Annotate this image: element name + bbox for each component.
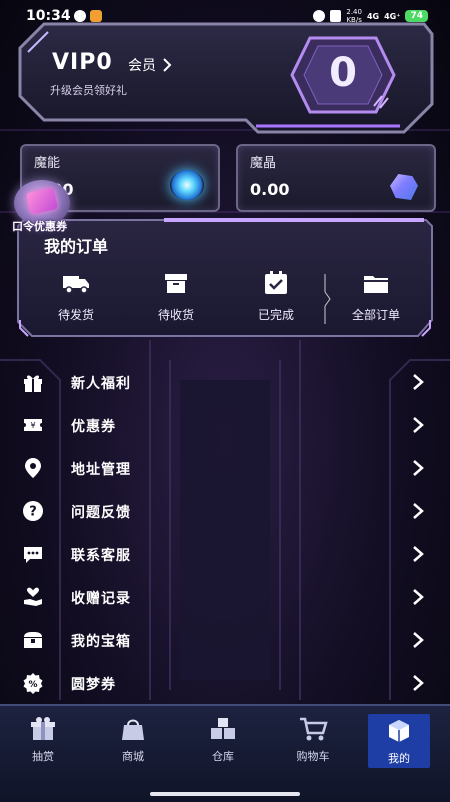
gift-icon bbox=[24, 375, 42, 392]
vip-member-label: 会员 bbox=[128, 58, 156, 74]
order-to-receive[interactable]: 待收货 bbox=[136, 268, 216, 323]
nav-warehouse[interactable]: 仓库 bbox=[188, 716, 258, 764]
mo-neng-label: 魔能 bbox=[34, 156, 61, 171]
menu-item-coupons[interactable]: ¥ 优惠券 bbox=[0, 405, 450, 445]
cart-icon bbox=[300, 717, 328, 741]
chevron-right-icon bbox=[413, 374, 424, 390]
menu-label: 新人福利 bbox=[71, 376, 131, 392]
menu-label: 收赠记录 bbox=[71, 591, 131, 607]
home-indicator[interactable] bbox=[150, 792, 300, 796]
menu-item-treasure-chest[interactable]: 我的宝箱 bbox=[0, 620, 450, 660]
nav-draw-label: 抽赏 bbox=[32, 750, 54, 763]
nav-warehouse-label: 仓库 bbox=[212, 750, 234, 763]
chat-icon bbox=[24, 547, 42, 563]
nav-mall[interactable]: 商城 bbox=[98, 716, 168, 764]
menu-label: 联系客服 bbox=[71, 548, 131, 564]
coupon-code-badge[interactable]: 口令优惠券 bbox=[6, 180, 82, 236]
menu-item-gift-records[interactable]: 收赠记录 bbox=[0, 577, 450, 617]
heart-hand-icon bbox=[24, 587, 42, 606]
chevron-right-icon bbox=[413, 546, 424, 562]
vip-title: VIP0 bbox=[52, 50, 113, 75]
profile-cube-icon bbox=[389, 720, 409, 742]
svg-text:?: ? bbox=[29, 505, 37, 520]
coupon-icon: ¥ bbox=[24, 419, 42, 431]
chevron-right-icon bbox=[413, 460, 424, 476]
mo-jing-value: 0.00 bbox=[250, 180, 290, 199]
order-all-label: 全部订单 bbox=[351, 308, 400, 322]
treasure-chest-icon bbox=[24, 632, 42, 648]
nav-draw[interactable]: 抽赏 bbox=[8, 716, 78, 764]
order-completed[interactable]: 已完成 bbox=[236, 268, 316, 323]
nav-profile-label: 我的 bbox=[388, 752, 410, 765]
vip-subtitle: 升级会员领好礼 bbox=[50, 84, 127, 97]
truck-icon bbox=[63, 276, 89, 294]
menu-label: 问题反馈 bbox=[71, 505, 131, 521]
order-all[interactable]: 全部订单 bbox=[336, 268, 416, 323]
checkbox-icon bbox=[265, 271, 287, 294]
net-speed-value: 2.40 bbox=[346, 8, 362, 16]
mo-jing-card[interactable]: 魔晶 0.00 bbox=[236, 144, 436, 212]
warehouse-icon bbox=[211, 718, 235, 739]
order-completed-label: 已完成 bbox=[257, 308, 294, 322]
menu-label: 圆梦券 bbox=[71, 677, 116, 693]
question-icon: ? bbox=[23, 501, 43, 521]
svg-text:%: % bbox=[28, 680, 37, 690]
chevron-right-icon bbox=[413, 417, 424, 433]
percent-icon: % bbox=[23, 673, 43, 694]
menu-label: 地址管理 bbox=[71, 462, 131, 478]
shop-bag-icon bbox=[122, 719, 144, 740]
location-icon bbox=[25, 458, 41, 478]
svg-text:¥: ¥ bbox=[30, 421, 35, 430]
nav-cart[interactable]: 购物车 bbox=[278, 716, 348, 764]
chevron-right-icon bbox=[413, 503, 424, 519]
chevron-right-icon bbox=[163, 58, 172, 72]
menu-item-feedback[interactable]: ? 问题反馈 bbox=[0, 491, 450, 531]
vip-level-number: 0 bbox=[329, 50, 357, 96]
crystal-icon bbox=[390, 174, 418, 200]
nav-profile[interactable]: 我的 bbox=[368, 714, 430, 768]
menu-item-newbie-benefits[interactable]: 新人福利 bbox=[0, 362, 450, 402]
chevron-right-icon bbox=[413, 675, 424, 691]
order-to-receive-label: 待收货 bbox=[157, 308, 194, 322]
energy-orb-icon bbox=[170, 170, 204, 200]
nav-cart-label: 购物车 bbox=[296, 750, 330, 763]
vip-member-link[interactable]: 会员 bbox=[128, 55, 172, 75]
orders-title: 我的订单 bbox=[44, 237, 109, 256]
menu-label: 我的宝箱 bbox=[71, 634, 131, 650]
menu-item-customer-service[interactable]: 联系客服 bbox=[0, 534, 450, 574]
order-to-ship-label: 待发货 bbox=[57, 308, 94, 322]
order-to-ship[interactable]: 待发货 bbox=[36, 268, 116, 323]
chevron-right-icon bbox=[413, 632, 424, 648]
order-divider bbox=[324, 274, 331, 324]
bottom-nav: 抽赏 商城 仓库 购物车 我的 bbox=[0, 704, 450, 802]
package-icon bbox=[165, 274, 187, 293]
folder-icon bbox=[364, 276, 388, 293]
nav-mall-label: 商城 bbox=[122, 750, 144, 763]
chevron-right-icon bbox=[413, 589, 424, 605]
mo-jing-label: 魔晶 bbox=[250, 156, 277, 171]
menu-item-dream-coupon[interactable]: % 圆梦券 bbox=[0, 663, 450, 703]
menu-label: 优惠券 bbox=[71, 419, 116, 435]
coupon-badge-text: 口令优惠券 bbox=[12, 220, 67, 233]
gift-box-icon bbox=[31, 717, 55, 740]
menu-item-address[interactable]: 地址管理 bbox=[0, 448, 450, 488]
